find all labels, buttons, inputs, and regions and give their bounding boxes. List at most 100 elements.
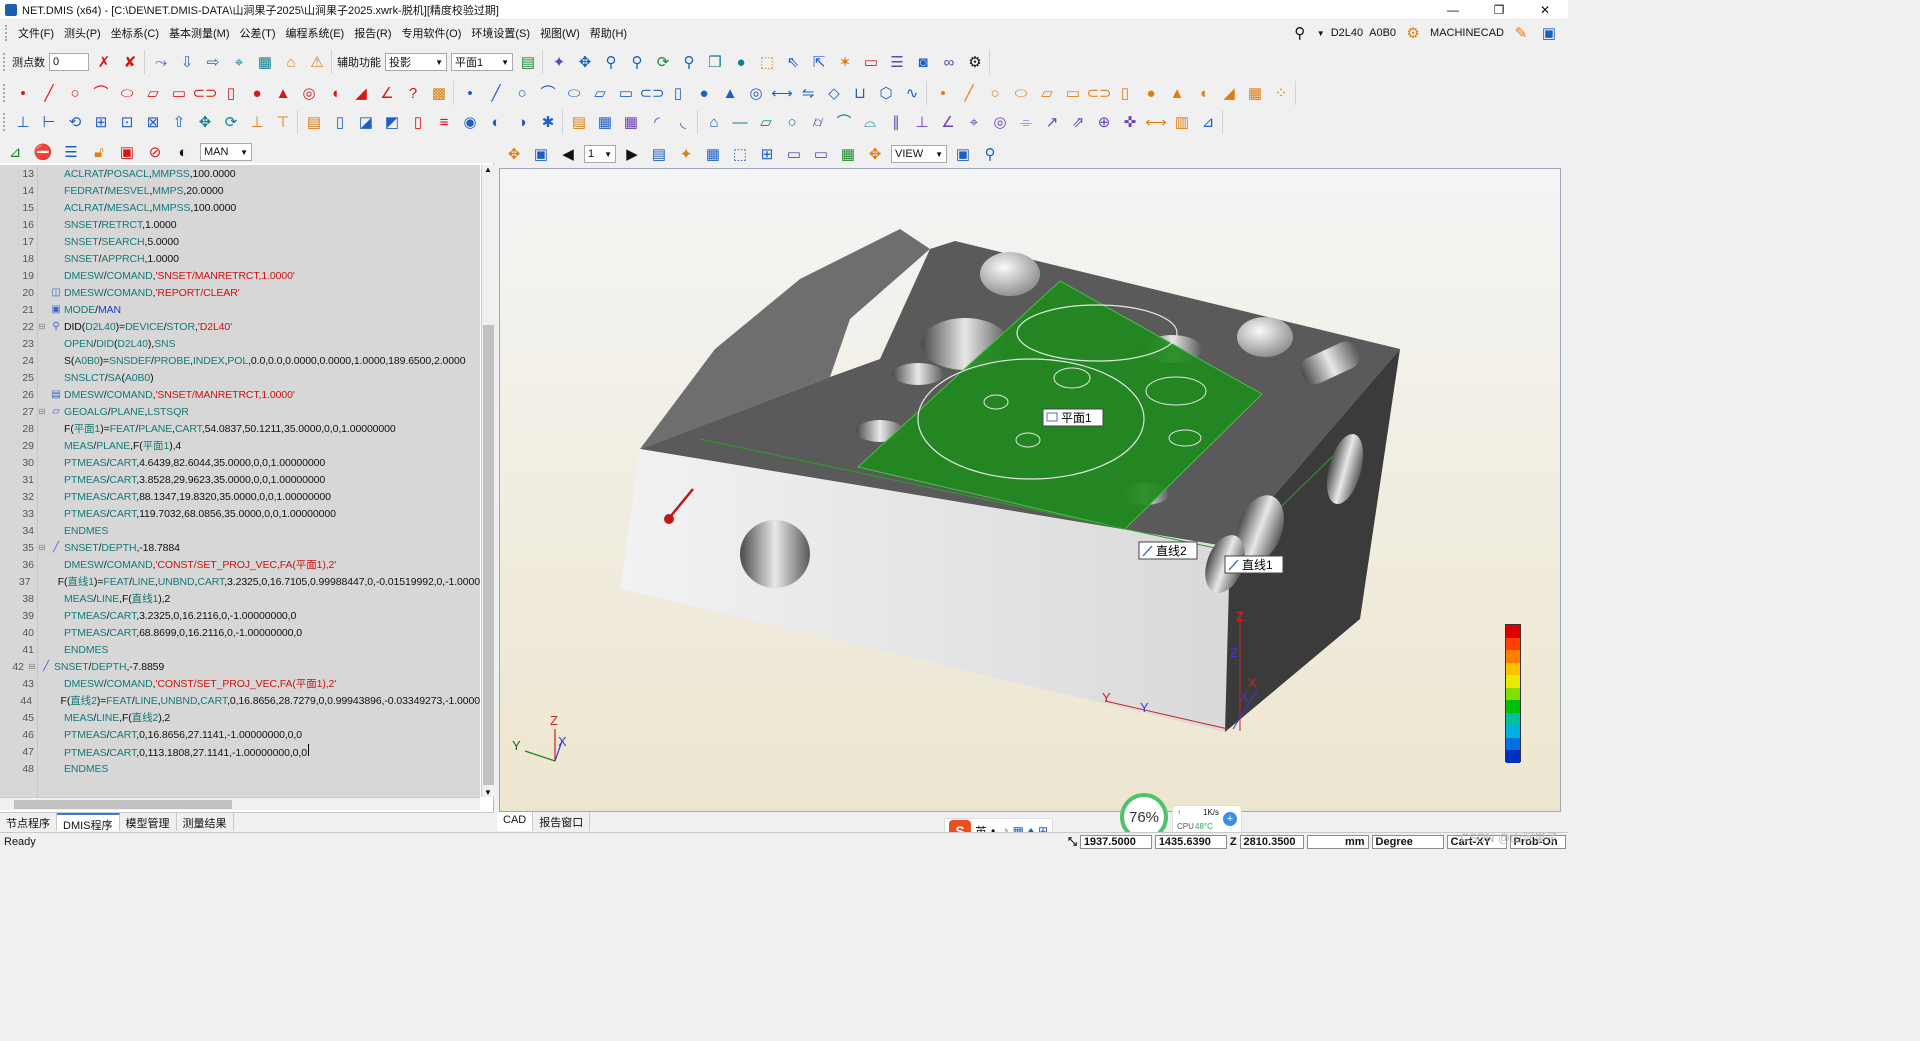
- point-icon[interactable]: •: [459, 82, 481, 104]
- menu-view[interactable]: 视图(W): [535, 25, 585, 41]
- fold-toggle[interactable]: ⊟: [26, 658, 38, 675]
- rectangle-icon[interactable]: ▭: [168, 82, 190, 104]
- save-disk-icon[interactable]: ▣: [952, 143, 974, 165]
- program-icon[interactable]: ▤: [568, 111, 590, 133]
- delete-point-icon[interactable]: ✗: [93, 51, 115, 73]
- table-icon[interactable]: ▦: [594, 111, 616, 133]
- zoom-region-icon[interactable]: ⚲: [626, 51, 648, 73]
- slot-icon[interactable]: ⊂⊃: [639, 82, 664, 104]
- tab-model-manager[interactable]: 模型管理: [120, 813, 177, 831]
- distance-icon[interactable]: ⟷: [771, 82, 793, 104]
- coordsys-save-icon[interactable]: ⊤: [272, 111, 294, 133]
- code-line[interactable]: 33 PTMEAS/CART,119.7032,68.0856,35.0000,0…: [0, 505, 480, 522]
- rectangle-icon[interactable]: ▭: [615, 82, 637, 104]
- curve-fit-icon[interactable]: ◜: [646, 111, 668, 133]
- menu-probe[interactable]: 测头(P): [59, 25, 106, 41]
- cross-icon[interactable]: ✜: [1119, 111, 1141, 133]
- sphere-icon[interactable]: ●: [1140, 82, 1162, 104]
- probe-icon[interactable]: ⚲: [1289, 22, 1311, 44]
- code-line[interactable]: 25 SNSLCT/SA(A0B0): [0, 369, 480, 386]
- toggle-icon[interactable]: ◐: [172, 141, 194, 163]
- total-runout-icon[interactable]: ⇗: [1067, 111, 1089, 133]
- pattern-icon[interactable]: ▩: [428, 82, 450, 104]
- code-line[interactable]: 35 ⊟ ╱ SNSET/DEPTH,-18.7884: [0, 539, 480, 556]
- point-icon[interactable]: •: [932, 82, 954, 104]
- dimension-icon[interactable]: ▭: [783, 143, 805, 165]
- code-line[interactable]: 18 SNSET/APPRCH,1.0000: [0, 250, 480, 267]
- plus-icon[interactable]: +: [1223, 812, 1237, 826]
- feature-label-line-2[interactable]: 直线2: [1138, 541, 1198, 560]
- code-line[interactable]: 42 ⊟ ╱ SNSET/DEPTH,-7.8859: [0, 658, 470, 675]
- patch-icon[interactable]: ◑: [511, 111, 533, 133]
- c-shape-icon[interactable]: ◟: [672, 111, 694, 133]
- toolbar-grip[interactable]: [3, 53, 6, 71]
- report-icon[interactable]: ▥: [1171, 111, 1193, 133]
- probe-view-icon[interactable]: ✥: [503, 143, 525, 165]
- tab-node-program[interactable]: 节点程序: [0, 813, 57, 831]
- cylinder-icon[interactable]: ▯: [220, 82, 242, 104]
- rps-coordsys-icon[interactable]: ⊞: [90, 111, 112, 133]
- menu-tolerance[interactable]: 公差(T): [235, 25, 281, 41]
- position-icon[interactable]: ⌖: [963, 111, 985, 133]
- window-view-icon[interactable]: ▦: [702, 143, 724, 165]
- menu-report[interactable]: 报告(R): [349, 25, 396, 41]
- surface-icon[interactable]: ◖: [1192, 82, 1214, 104]
- code-line[interactable]: 26 ▤ DMESW/COMAND,'SNSET/MANRETRCT,1.0000': [0, 386, 480, 403]
- point-icon[interactable]: •: [12, 82, 34, 104]
- plane-select[interactable]: 平面1 ▼: [451, 53, 513, 71]
- gear-scan-icon[interactable]: ✱: [537, 111, 559, 133]
- arc-icon[interactable]: ⌒: [537, 82, 559, 104]
- run-chart-icon[interactable]: ⊿: [4, 141, 26, 163]
- path-icon[interactable]: ⤳: [150, 51, 172, 73]
- book-icon[interactable]: ▭: [860, 51, 882, 73]
- view-select[interactable]: VIEW ▼: [891, 145, 947, 163]
- runout-icon[interactable]: ↗: [1041, 111, 1063, 133]
- page-select[interactable]: 1 ▼: [584, 145, 616, 163]
- window-icon[interactable]: ▣: [116, 141, 138, 163]
- ellipse-icon[interactable]: ⬭: [1010, 82, 1032, 104]
- surface-icon[interactable]: ◖: [324, 82, 346, 104]
- angularity-icon[interactable]: ∠: [937, 111, 959, 133]
- fold-toggle[interactable]: ⊟: [36, 403, 48, 420]
- code-line[interactable]: 19 DMESW/COMAND,'SNSET/MANRETRCT,1.0000': [0, 267, 480, 284]
- code-line[interactable]: 13 ACLRAT/POSACL,MMPSS,100.0000: [0, 165, 480, 182]
- code-line[interactable]: 46 PTMEAS/CART,0,16.8656,27.1141,-1.00000…: [0, 726, 480, 743]
- code-line[interactable]: 47 PTMEAS/CART,0,113.1808,27.1141,-1.0000…: [0, 743, 480, 760]
- layers-icon[interactable]: ▤: [517, 51, 539, 73]
- circle-icon[interactable]: ○: [64, 82, 86, 104]
- probe-mode-icon[interactable]: ✥: [864, 143, 886, 165]
- camera-icon[interactable]: ◙: [912, 51, 934, 73]
- arc-icon[interactable]: ⌒: [90, 82, 112, 104]
- code-line[interactable]: 23 OPEN/DID(D2L40),SNS: [0, 335, 480, 352]
- wand-icon[interactable]: ✦: [548, 51, 570, 73]
- ellipse-icon[interactable]: ⬭: [563, 82, 585, 104]
- sphere-render-icon[interactable]: ●: [730, 51, 752, 73]
- distance-tol-icon[interactable]: ⟷: [1145, 111, 1167, 133]
- edge-icon[interactable]: ◢: [1218, 82, 1240, 104]
- cursor-icon[interactable]: ⇱: [808, 51, 830, 73]
- code-editor[interactable]: 13 ACLRAT/POSACL,MMPSS,100.0000 14 FEDRAT/M…: [0, 165, 480, 797]
- toolbar-grip[interactable]: [3, 113, 6, 131]
- code-line[interactable]: 44 F(直线2)=FEAT/LINE,UNBND,CART,0,16.8656,…: [0, 692, 480, 709]
- menu-coordsys[interactable]: 坐标系(C): [106, 25, 164, 41]
- axis-move-icon[interactable]: ✥: [194, 111, 216, 133]
- close-button[interactable]: ✕: [1522, 0, 1568, 20]
- cylindricity-icon[interactable]: ⌭: [807, 111, 829, 133]
- grid-view-icon[interactable]: ⊞: [756, 143, 778, 165]
- tab-cad[interactable]: CAD: [497, 812, 534, 831]
- warning-icon[interactable]: ⚠: [306, 51, 328, 73]
- zoom-fit-icon[interactable]: ⚲: [678, 51, 700, 73]
- code-line[interactable]: 48 ENDMES: [0, 760, 480, 777]
- cone-icon[interactable]: ▲: [272, 82, 294, 104]
- code-line[interactable]: 34 ENDMES: [0, 522, 480, 539]
- section-icon[interactable]: ◐: [485, 111, 507, 133]
- plane-icon[interactable]: ▱: [589, 82, 611, 104]
- menu-settings[interactable]: 环境设置(S): [466, 25, 535, 41]
- angle-icon[interactable]: ∠: [376, 82, 398, 104]
- shape-icon[interactable]: ◇: [823, 82, 845, 104]
- parallelism-icon[interactable]: ∥: [885, 111, 907, 133]
- table-view-icon[interactable]: ▦: [837, 143, 859, 165]
- mode-select[interactable]: MAN ▼: [200, 143, 252, 161]
- plane-icon[interactable]: ▱: [142, 82, 164, 104]
- tab-measure-results[interactable]: 测量结果: [177, 813, 234, 831]
